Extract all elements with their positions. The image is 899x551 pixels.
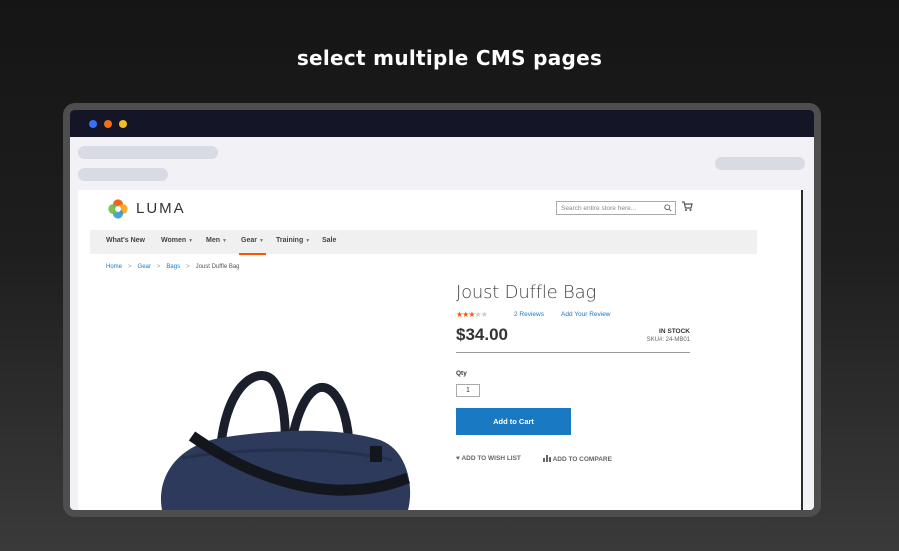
nav-item-label: Women: [161, 237, 187, 244]
skeleton-placeholder-bar: [78, 168, 168, 181]
search-placeholder: Search entire store here...: [561, 205, 637, 212]
product-title: Joust Duffle Bag: [456, 282, 597, 303]
heart-icon: ♥: [456, 455, 460, 462]
add-to-cart-label: Add to Cart: [493, 417, 534, 426]
nav-item-whats-new[interactable]: What's New: [106, 237, 145, 244]
chevron-down-icon: ▼: [222, 238, 227, 244]
chevron-down-icon: ▼: [258, 238, 264, 244]
scrollbar[interactable]: [801, 190, 803, 510]
brand-name[interactable]: LUMA: [136, 200, 186, 217]
luma-logo-icon[interactable]: [107, 198, 129, 220]
qty-input[interactable]: 1: [456, 384, 480, 397]
window-dot-blue-icon[interactable]: [89, 120, 97, 128]
breadcrumb-current: Joust Duffle Bag: [195, 264, 240, 270]
nav-item-label: Sale: [322, 237, 337, 244]
main-navigation: What's New Women ▼ Men ▼ Gear ▼ Training ▼ S…: [90, 230, 757, 255]
nav-item-label: Men: [206, 237, 220, 244]
reviews-link[interactable]: 2 Reviews: [514, 311, 544, 318]
nav-item-women[interactable]: Women ▼: [161, 237, 193, 244]
nav-item-label: What's New: [106, 237, 146, 244]
add-to-cart-button[interactable]: Add to Cart: [456, 408, 571, 435]
rating-stars: ★★★★★: [456, 310, 488, 319]
nav-item-gear[interactable]: Gear ▼: [239, 237, 266, 255]
product-price: $34.00: [456, 325, 508, 344]
add-review-link[interactable]: Add Your Review: [561, 311, 611, 318]
compare-label: ADD TO COMPARE: [552, 456, 612, 463]
search-input[interactable]: Search entire store here...: [556, 201, 676, 215]
skeleton-placeholder-bar: [715, 157, 805, 170]
star-empty-icon: ★: [480, 310, 488, 319]
breadcrumb-home[interactable]: Home: [106, 264, 122, 270]
breadcrumb-separator-icon: >: [186, 264, 190, 270]
breadcrumb-gear[interactable]: Gear: [138, 264, 151, 270]
search-icon[interactable]: [664, 204, 672, 212]
nav-item-training[interactable]: Training ▼: [276, 237, 310, 244]
divider: [456, 352, 690, 353]
qty-label: Qty: [456, 370, 467, 377]
add-to-wishlist-link[interactable]: ♥ ADD TO WISH LIST: [456, 455, 521, 462]
product-sku: SKU#: 24-MB01: [646, 337, 690, 343]
window-dot-orange-icon[interactable]: [104, 120, 112, 128]
skeleton-placeholder-bar: [78, 146, 218, 159]
chevron-down-icon: ▼: [188, 238, 194, 244]
compare-icon: [543, 455, 551, 462]
duffle-bag-product-image[interactable]: [142, 328, 412, 510]
breadcrumb: Home > Gear > Bags > Joust Duffle Bag: [106, 264, 240, 270]
store-page: LUMA Search entire store here... What's …: [78, 190, 803, 510]
window-dot-yellow-icon[interactable]: [119, 120, 127, 128]
add-to-compare-link[interactable]: ADD TO COMPARE: [543, 455, 612, 463]
browser-titlebar: [70, 110, 814, 137]
cart-icon[interactable]: [681, 200, 693, 212]
wishlist-label: ADD TO WISH LIST: [461, 455, 521, 462]
browser-viewport: LUMA Search entire store here... What's …: [70, 110, 814, 510]
breadcrumb-bags[interactable]: Bags: [166, 264, 180, 270]
nav-item-label: Training: [276, 237, 304, 244]
browser-window: LUMA Search entire store here... What's …: [63, 103, 821, 517]
breadcrumb-separator-icon: >: [156, 264, 161, 270]
nav-item-label: Gear: [241, 237, 257, 244]
page-headline: select multiple CMS pages: [296, 46, 603, 70]
breadcrumb-separator-icon: >: [128, 264, 132, 270]
nav-item-men[interactable]: Men ▼: [206, 237, 227, 244]
chevron-down-icon: ▼: [305, 238, 311, 244]
stock-status: IN STOCK: [659, 328, 690, 335]
nav-item-sale[interactable]: Sale: [322, 237, 336, 244]
